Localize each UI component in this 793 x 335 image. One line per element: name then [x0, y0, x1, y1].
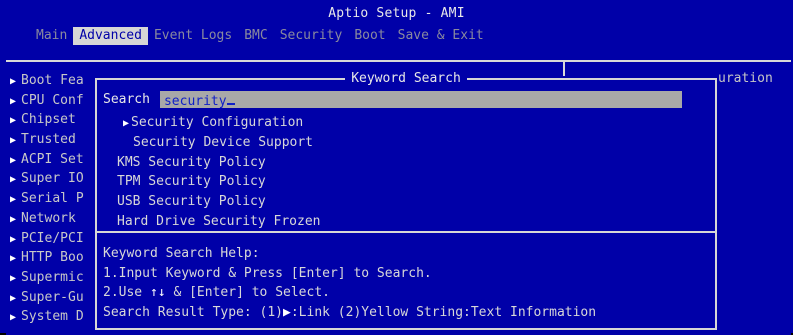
- menu-item-serial-port[interactable]: ▶ Serial P: [10, 189, 84, 209]
- search-result-hard-drive-security-frozen[interactable]: Hard Drive Security Frozen: [117, 212, 321, 232]
- submenu-arrow-icon: ▶: [10, 312, 17, 324]
- search-result-security-configuration[interactable]: ▶ Security Configuration: [117, 113, 321, 133]
- search-input-value: security: [163, 94, 227, 109]
- submenu-arrow-icon: ▶: [10, 154, 17, 166]
- menu-item-system-d[interactable]: ▶ System D: [10, 307, 84, 327]
- submenu-arrow-icon: ▶: [10, 253, 17, 265]
- menu-item-http-boot[interactable]: ▶ HTTP Boo: [10, 248, 84, 268]
- search-help: Keyword Search Help: 1.Input Keyword & P…: [103, 244, 596, 323]
- menu-item-trusted-computing[interactable]: ▶ Trusted: [10, 130, 84, 150]
- menu-item-cpu-configuration[interactable]: ▶ CPU Conf: [10, 91, 84, 111]
- submenu-arrow-icon: ▶: [10, 174, 17, 186]
- submenu-arrow-icon: ▶: [10, 292, 17, 304]
- search-label: Search: [103, 92, 150, 107]
- tab-main[interactable]: Main: [30, 27, 73, 45]
- submenu-arrow-icon: ▶: [10, 115, 17, 127]
- dialog-title: Keyword Search: [97, 71, 715, 86]
- help-divider: [97, 231, 715, 233]
- submenu-arrow-icon: ▶: [10, 95, 17, 107]
- search-result-kms-security-policy[interactable]: KMS Security Policy: [117, 153, 321, 173]
- search-results-list: ▶ Security Configuration Security Device …: [117, 113, 321, 232]
- tab-bar: Main Advanced Event Logs BMC Security Bo…: [30, 27, 490, 45]
- link-arrow-icon: ▶: [123, 118, 130, 129]
- submenu-arrow-icon: ▶: [10, 135, 17, 147]
- submenu-arrow-icon: ▶: [10, 233, 17, 245]
- menu-item-super-guardians[interactable]: ▶ Super-Gu: [10, 288, 84, 308]
- help-panel-text: uration: [718, 71, 773, 86]
- help-line-2: 2.Use ↑↓ & [Enter] to Select.: [103, 285, 330, 301]
- menu-item-network[interactable]: ▶ Network: [10, 209, 84, 229]
- tab-save-exit[interactable]: Save & Exit: [392, 27, 490, 45]
- app-title: Aptio Setup - AMI: [328, 6, 465, 21]
- tab-security[interactable]: Security: [274, 27, 349, 45]
- keyword-search-dialog: Keyword Search Search security ▶ Security…: [95, 71, 717, 330]
- search-result-security-device-support[interactable]: Security Device Support: [117, 133, 321, 153]
- help-line-3: Search Result Type: (1)▶:Link (2)Yellow …: [103, 305, 597, 321]
- menu-item-super-io[interactable]: ▶ Super IO: [10, 169, 84, 189]
- help-line-1: 1.Input Keyword & Press [Enter] to Searc…: [103, 265, 432, 281]
- submenu-arrow-icon: ▶: [10, 213, 17, 225]
- tab-advanced[interactable]: Advanced: [73, 27, 148, 45]
- text-cursor: [226, 91, 235, 105]
- menu-item-acpi-settings[interactable]: ▶ ACPI Set: [10, 150, 84, 170]
- menu-item-boot-feature[interactable]: ▶ Boot Fea: [10, 71, 84, 91]
- submenu-arrow-icon: ▶: [10, 272, 17, 284]
- menu-item-supermicro[interactable]: ▶ Supermic: [10, 268, 84, 288]
- link-arrow-icon: ▶: [283, 305, 291, 321]
- tab-boot[interactable]: Boot: [348, 27, 391, 45]
- tab-event-logs[interactable]: Event Logs: [148, 27, 238, 45]
- tab-bmc[interactable]: BMC: [238, 27, 273, 45]
- search-result-usb-security-policy[interactable]: USB Security Policy: [117, 192, 321, 212]
- menu-item-pcie-pci[interactable]: ▶ PCIe/PCI: [10, 229, 84, 249]
- header-bar: Aptio Setup - AMI Main Advanced Event Lo…: [0, 0, 793, 52]
- submenu-arrow-icon: ▶: [10, 194, 17, 206]
- menu-item-chipset[interactable]: ▶ Chipset: [10, 110, 84, 130]
- search-input[interactable]: security: [159, 91, 682, 109]
- submenu-arrow-icon: ▶: [10, 76, 17, 87]
- arrow-keys-icon: ↑↓: [149, 285, 166, 301]
- search-row: Search security: [103, 91, 682, 109]
- advanced-menu-list: ▶ Boot Fea ▶ CPU Conf ▶ Chipset ▶ Trusted ▶ A…: [10, 71, 84, 327]
- search-result-tpm-security-policy[interactable]: TPM Security Policy: [117, 172, 321, 192]
- help-title: Keyword Search Help:: [103, 246, 260, 261]
